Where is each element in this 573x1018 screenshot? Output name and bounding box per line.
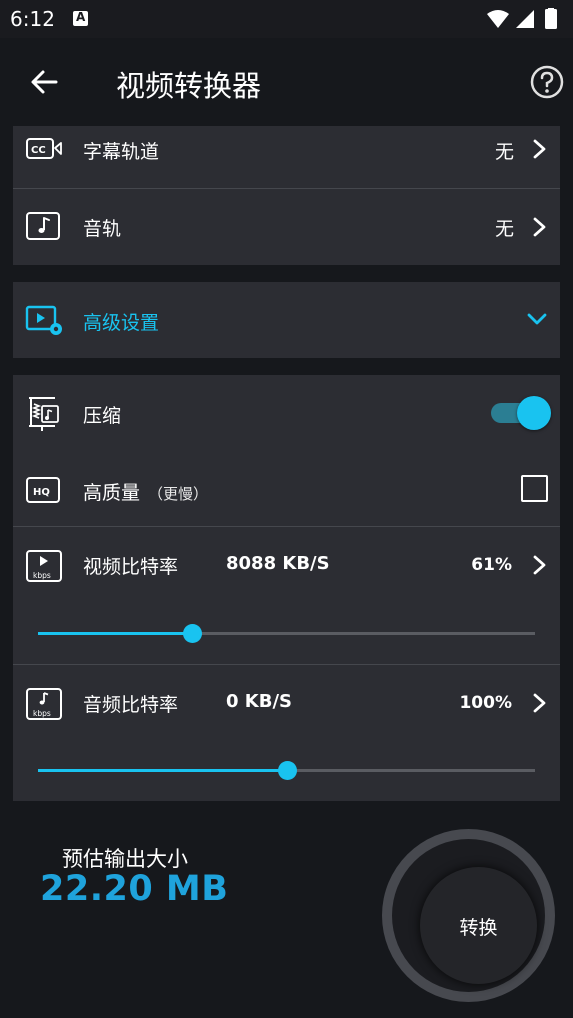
compress-row[interactable]: 压缩: [13, 375, 560, 451]
chevron-right-icon: [533, 217, 546, 237]
convert-label: 转换: [459, 917, 498, 939]
video-settings-icon: [25, 305, 62, 335]
audio-track-label: 音轨: [83, 218, 122, 240]
high-quality-note: （更慢）: [148, 485, 209, 503]
hq-icon: HQ: [26, 477, 60, 503]
convert-button-face: 转换: [420, 867, 537, 984]
advanced-settings-label: 高级设置: [83, 312, 160, 334]
app-bar: 视频转换器: [0, 38, 573, 126]
svg-text:CC: CC: [31, 145, 46, 156]
estimated-size-value: 22.20 MB: [40, 869, 229, 909]
convert-button-ring: 转换: [392, 839, 545, 992]
high-quality-row[interactable]: HQ 高质量 （更慢）: [13, 451, 560, 526]
video-bitrate-value: 8088 KB/S: [226, 553, 330, 574]
subtitle-track-row[interactable]: CC 字幕轨道 无: [13, 126, 560, 188]
help-icon[interactable]: [529, 64, 565, 100]
svg-text:kbps: kbps: [33, 571, 51, 580]
status-icons: [487, 8, 557, 29]
video-bitrate-percent: 61%: [471, 555, 512, 575]
wifi-icon: [487, 10, 509, 28]
audio-bitrate-label: 音频比特率: [83, 694, 179, 716]
chevron-right-icon: [533, 555, 546, 575]
status-time: 6:12: [10, 7, 55, 31]
video-kbps-icon: kbps: [26, 550, 62, 582]
audio-track-value: 无: [494, 218, 514, 240]
subtitle-track-label: 字幕轨道: [83, 141, 160, 163]
high-quality-label: 高质量 （更慢）: [83, 478, 208, 505]
subtitle-track-value: 无: [494, 141, 514, 163]
audio-bitrate-value: 0 KB/S: [226, 691, 292, 712]
tracks-card: CC 字幕轨道 无 音轨 无: [13, 126, 560, 265]
high-quality-text: 高质量: [83, 482, 141, 504]
music-note-icon: [26, 212, 60, 240]
video-bitrate-row[interactable]: kbps 视频比特率 8088 KB/S 61%: [13, 527, 560, 664]
slider-thumb[interactable]: [183, 624, 202, 643]
advanced-settings-header[interactable]: 高级设置: [13, 282, 560, 358]
audio-kbps-icon: kbps: [26, 688, 62, 720]
audio-bitrate-row[interactable]: kbps 音频比特率 0 KB/S 100%: [13, 665, 560, 801]
video-bitrate-slider[interactable]: [38, 624, 535, 643]
chevron-right-icon: [533, 693, 546, 713]
svg-text:HQ: HQ: [33, 487, 50, 498]
advanced-settings-panel: 压缩 HQ 高质量 （更慢） kbps 视频比特率 8088 KB/S 61%: [13, 375, 560, 801]
audio-track-row[interactable]: 音轨 无: [13, 189, 560, 265]
status-bar: 6:12: [0, 0, 573, 38]
compress-label: 压缩: [83, 405, 122, 427]
toggle-knob: [517, 396, 551, 430]
back-arrow-icon[interactable]: [24, 62, 64, 102]
video-bitrate-label: 视频比特率: [83, 556, 179, 578]
page-title: 视频转换器: [116, 69, 262, 103]
convert-button[interactable]: 转换: [382, 829, 555, 1002]
audio-bitrate-slider[interactable]: [38, 761, 535, 780]
chevron-down-icon: [527, 313, 547, 325]
notification-a-icon: [73, 10, 88, 26]
audio-bitrate-percent: 100%: [459, 693, 512, 713]
high-quality-checkbox[interactable]: [521, 475, 548, 502]
slider-fill: [38, 769, 287, 772]
slider-thumb[interactable]: [278, 761, 297, 780]
chevron-right-icon: [533, 139, 546, 159]
battery-icon: [545, 8, 557, 29]
compress-file-icon: [29, 397, 59, 431]
signal-icon: [516, 10, 534, 28]
subtitles-cc-icon: CC: [26, 138, 62, 159]
svg-text:kbps: kbps: [33, 709, 51, 718]
slider-fill: [38, 632, 192, 635]
